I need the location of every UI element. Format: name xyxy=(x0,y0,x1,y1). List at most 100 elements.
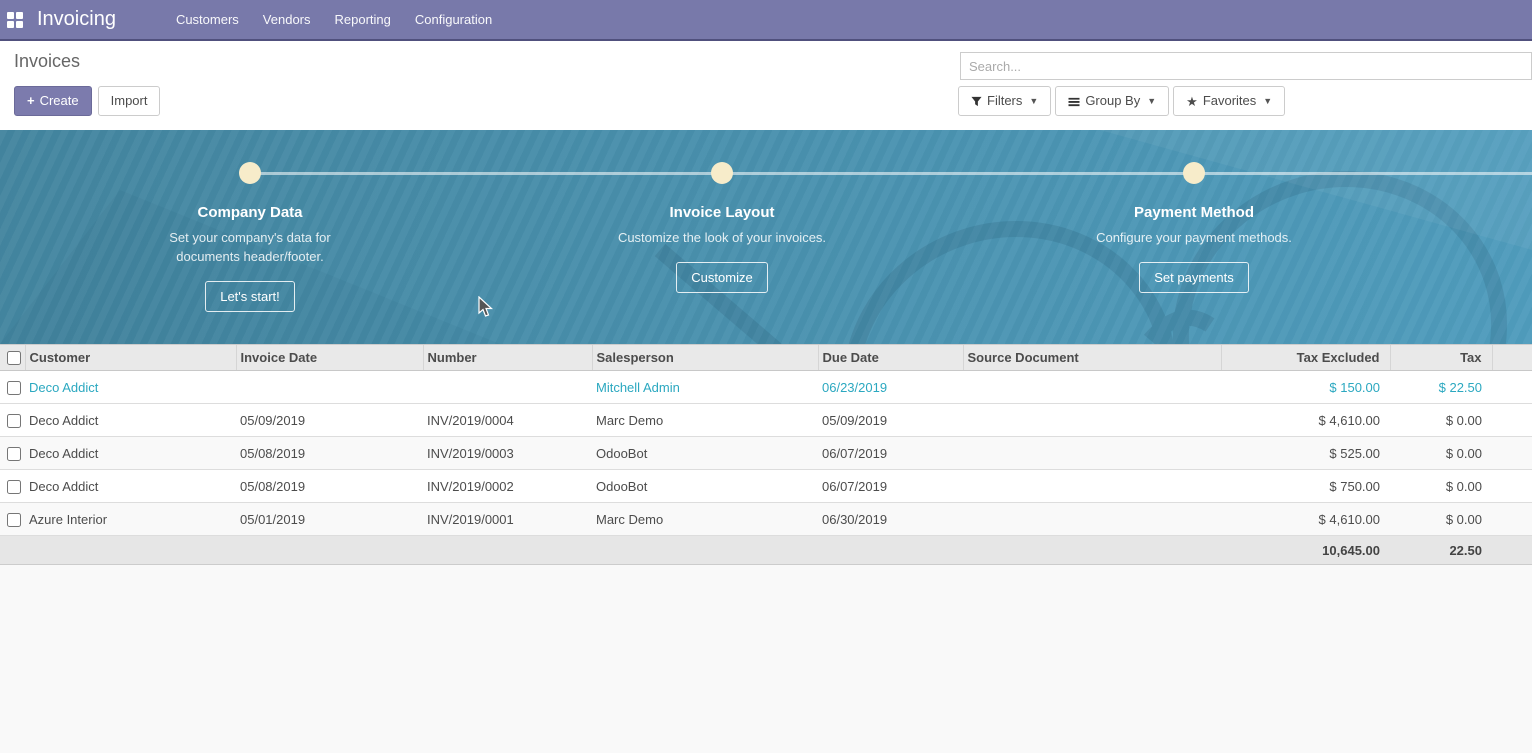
step-dot xyxy=(239,162,261,184)
cell-due-date[interactable]: 06/23/2019 xyxy=(818,371,963,404)
invoice-row[interactable]: Deco Addict Mitchell Admin06/23/2019 $ 150… xyxy=(0,371,1532,404)
invoice-row[interactable]: Deco Addict05/09/2019INV/2019/0004Marc D… xyxy=(0,404,1532,437)
cell-due-date[interactable]: 06/30/2019 xyxy=(818,503,963,536)
cell-source-document[interactable] xyxy=(963,503,1221,536)
cell-invoice-date[interactable]: 05/08/2019 xyxy=(236,437,423,470)
cell-tax-excluded[interactable]: $ 525.00 xyxy=(1221,437,1390,470)
group-by-button[interactable]: Group By ▼ xyxy=(1055,86,1169,116)
cell-salesperson[interactable]: Marc Demo xyxy=(592,404,818,437)
cell-tax-excluded[interactable]: $ 4,610.00 xyxy=(1221,503,1390,536)
search-options: Filters ▼ Group By ▼ ★ Favorites ▼ xyxy=(958,86,1285,116)
create-button[interactable]: + Create xyxy=(14,86,92,116)
cell-number[interactable]: INV/2019/0002 xyxy=(423,470,592,503)
chevron-down-icon: ▼ xyxy=(1029,93,1038,109)
cell-number[interactable]: INV/2019/0003 xyxy=(423,437,592,470)
column-header-invoice-date[interactable]: Invoice Date xyxy=(236,345,423,371)
cell-tax-excluded[interactable]: $ 750.00 xyxy=(1221,470,1390,503)
cell-salesperson[interactable]: OdooBot xyxy=(592,437,818,470)
column-header-salesperson[interactable]: Salesperson xyxy=(592,345,818,371)
row-select-cell xyxy=(0,371,25,404)
page-title: Invoices xyxy=(14,51,80,72)
cell-tax-excluded[interactable]: $ 150.00 xyxy=(1221,371,1390,404)
cell-invoice-date[interactable]: 05/01/2019 xyxy=(236,503,423,536)
nav-item-reporting[interactable]: Reporting xyxy=(325,0,401,39)
cell-source-document[interactable] xyxy=(963,371,1221,404)
cell-number[interactable] xyxy=(423,371,592,404)
nav-item-configuration[interactable]: Configuration xyxy=(405,0,502,39)
cell-customer[interactable]: Deco Addict xyxy=(25,371,236,404)
apps-grid-icon[interactable] xyxy=(7,12,23,28)
cell-trailing xyxy=(1492,503,1532,536)
cell-salesperson[interactable]: Mitchell Admin xyxy=(592,371,818,404)
cell-due-date[interactable]: 05/09/2019 xyxy=(818,404,963,437)
nav-item-vendors[interactable]: Vendors xyxy=(253,0,321,39)
column-header-customer[interactable]: Customer xyxy=(25,345,236,371)
action-buttons: + Create Import xyxy=(14,86,160,116)
cell-invoice-date[interactable]: 05/08/2019 xyxy=(236,470,423,503)
create-button-label: Create xyxy=(40,93,79,109)
import-button[interactable]: Import xyxy=(98,86,161,116)
chevron-down-icon: ▼ xyxy=(1147,93,1156,109)
footer-empty-cell xyxy=(0,536,25,565)
favorites-button-label: Favorites xyxy=(1203,93,1256,109)
step-description: Set your company's data for documents he… xyxy=(143,228,358,266)
cell-number[interactable]: INV/2019/0004 xyxy=(423,404,592,437)
cell-trailing xyxy=(1492,437,1532,470)
filters-button[interactable]: Filters ▼ xyxy=(958,86,1051,116)
cell-number[interactable]: INV/2019/0001 xyxy=(423,503,592,536)
invoice-row[interactable]: Deco Addict05/08/2019INV/2019/0002OdooBo… xyxy=(0,470,1532,503)
row-select-cell xyxy=(0,437,25,470)
cell-trailing xyxy=(1492,470,1532,503)
nav-item-customers[interactable]: Customers xyxy=(166,0,249,39)
column-header-number[interactable]: Number xyxy=(423,345,592,371)
select-all-checkbox[interactable] xyxy=(7,351,21,365)
cell-source-document[interactable] xyxy=(963,437,1221,470)
step-description: Customize the look of your invoices. xyxy=(618,228,826,247)
cell-invoice-date[interactable] xyxy=(236,371,423,404)
invoice-row[interactable]: Azure Interior05/01/2019INV/2019/0001Mar… xyxy=(0,503,1532,536)
column-header-tax-excluded[interactable]: Tax Excluded xyxy=(1221,345,1390,371)
invoice-row[interactable]: Deco Addict05/08/2019INV/2019/0003OdooBo… xyxy=(0,437,1532,470)
column-header-source-document[interactable]: Source Document xyxy=(963,345,1221,371)
step-action-button[interactable]: Let's start! xyxy=(205,281,295,312)
apps-grid-square xyxy=(7,21,14,28)
cell-customer[interactable]: Deco Addict xyxy=(25,404,236,437)
cell-trailing xyxy=(1492,371,1532,404)
apps-grid-square xyxy=(7,12,14,19)
cell-salesperson[interactable]: OdooBot xyxy=(592,470,818,503)
step-action-button[interactable]: Customize xyxy=(676,262,767,293)
cell-customer[interactable]: Deco Addict xyxy=(25,437,236,470)
row-checkbox[interactable] xyxy=(7,381,21,395)
cell-tax[interactable]: $ 0.00 xyxy=(1390,470,1492,503)
apps-grid-square xyxy=(16,12,23,19)
cell-salesperson[interactable]: Marc Demo xyxy=(592,503,818,536)
cell-invoice-date[interactable]: 05/09/2019 xyxy=(236,404,423,437)
step-action-button[interactable]: Set payments xyxy=(1139,262,1249,293)
cell-tax[interactable]: $ 0.00 xyxy=(1390,503,1492,536)
invoice-table: CustomerInvoice DateNumberSalespersonDue… xyxy=(0,344,1532,565)
row-checkbox[interactable] xyxy=(7,414,21,428)
cell-tax[interactable]: $ 0.00 xyxy=(1390,404,1492,437)
onboarding-step-3: Payment MethodConfigure your payment met… xyxy=(958,130,1430,312)
cell-due-date[interactable]: 06/07/2019 xyxy=(818,437,963,470)
row-checkbox[interactable] xyxy=(7,480,21,494)
cell-tax-excluded[interactable]: $ 4,610.00 xyxy=(1221,404,1390,437)
footer-empty-cell xyxy=(818,536,963,565)
cell-tax[interactable]: $ 0.00 xyxy=(1390,437,1492,470)
cell-tax[interactable]: $ 22.50 xyxy=(1390,371,1492,404)
cell-due-date[interactable]: 06/07/2019 xyxy=(818,470,963,503)
cell-customer[interactable]: Deco Addict xyxy=(25,470,236,503)
row-checkbox[interactable] xyxy=(7,513,21,527)
cell-source-document[interactable] xyxy=(963,404,1221,437)
step-dot xyxy=(1183,162,1205,184)
cell-customer[interactable]: Azure Interior xyxy=(25,503,236,536)
app-title[interactable]: Invoicing xyxy=(37,8,116,31)
column-header-tax[interactable]: Tax xyxy=(1390,345,1492,371)
step-dot xyxy=(711,162,733,184)
filters-button-label: Filters xyxy=(987,93,1022,109)
search-input[interactable] xyxy=(960,52,1532,80)
favorites-button[interactable]: ★ Favorites ▼ xyxy=(1173,86,1285,116)
column-header-due-date[interactable]: Due Date xyxy=(818,345,963,371)
cell-source-document[interactable] xyxy=(963,470,1221,503)
row-checkbox[interactable] xyxy=(7,447,21,461)
